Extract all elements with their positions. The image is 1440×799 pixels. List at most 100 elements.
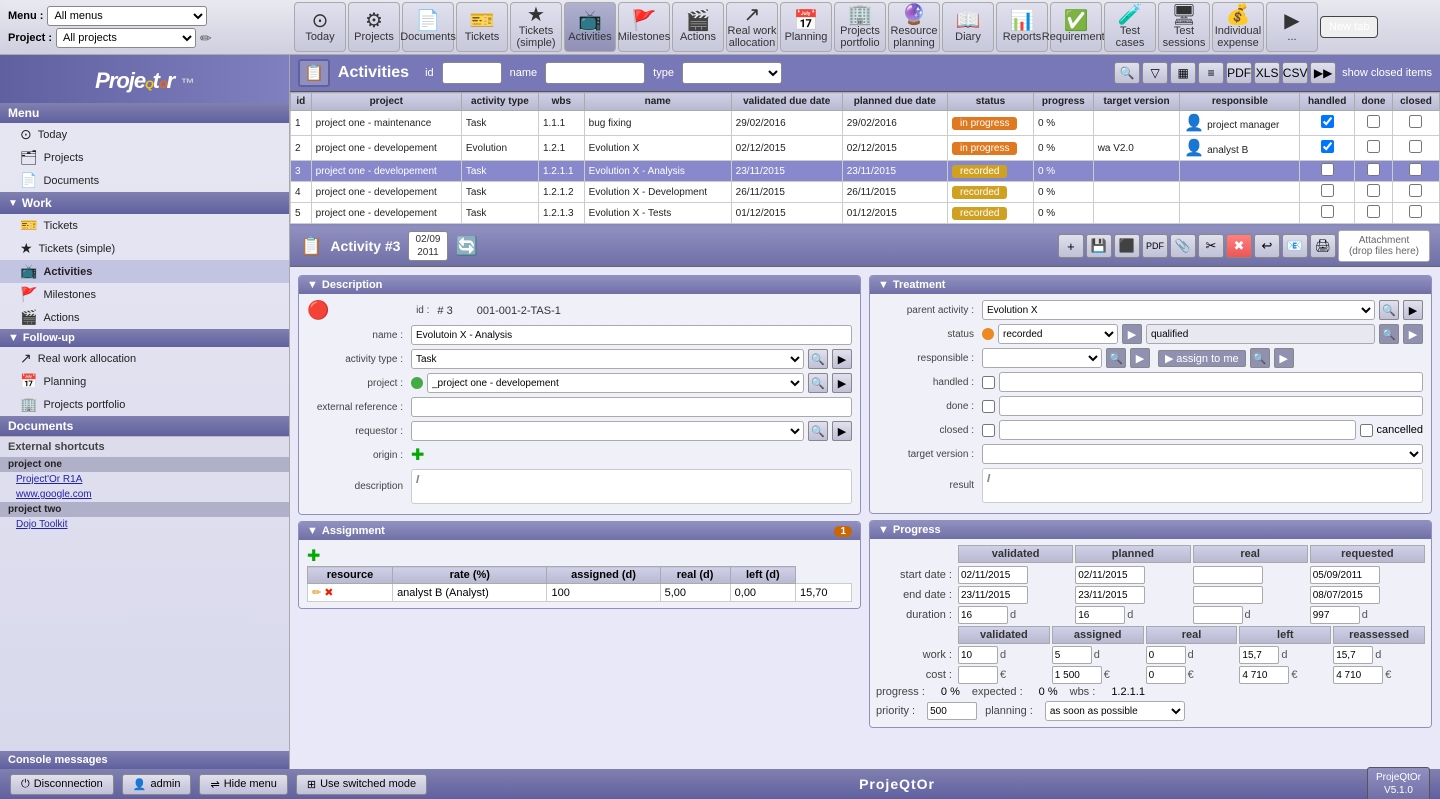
qualified-input[interactable] (1146, 324, 1375, 344)
all-menus-select[interactable]: All menus (47, 6, 207, 26)
handled-input[interactable] (999, 372, 1423, 392)
assign-delete-icon[interactable]: ✖ (324, 587, 333, 599)
activity-type-select[interactable]: Task (411, 349, 804, 369)
col-validated-due-date[interactable]: validated due date (731, 93, 842, 111)
qualified-search-icon[interactable]: 🔍 (1379, 324, 1399, 344)
assign-add-icon[interactable]: ✚ (307, 548, 320, 565)
assignment-header[interactable]: ▼ Assignment 1 (299, 522, 860, 540)
save-btn[interactable]: 💾 (1086, 234, 1112, 258)
sidebar-ext-link-1[interactable]: Project'Or R1A (0, 472, 289, 487)
hide-menu-btn[interactable]: ⇌ Hide menu (199, 774, 287, 795)
responsible-nav-icon[interactable]: ▶ (1130, 348, 1150, 368)
work-validated[interactable] (958, 646, 998, 664)
sidebar-item-activities[interactable]: 📺 Activities (0, 260, 289, 283)
table-row[interactable]: 5 project one - developement Task 1.2.1.… (291, 203, 1440, 224)
sidebar-item-tickets[interactable]: 🎫 Tickets (0, 214, 289, 237)
project-select[interactable]: All projects (56, 28, 196, 48)
col-target-version[interactable]: target version (1093, 93, 1180, 111)
cell-handled[interactable] (1300, 161, 1355, 182)
cancelled-checkbox[interactable] (1360, 424, 1373, 437)
cell-handled[interactable] (1300, 111, 1355, 136)
cell-done[interactable] (1355, 203, 1393, 224)
cost-reassessed[interactable] (1333, 666, 1383, 684)
tb-requirements[interactable]: ✅Requirements (1050, 2, 1102, 52)
col-wbs[interactable]: wbs (538, 93, 584, 111)
tb-test-cases[interactable]: 🧪Test cases (1104, 2, 1156, 52)
copy-btn[interactable]: ⬛ (1114, 234, 1140, 258)
table-row[interactable]: 4 project one - developement Task 1.2.1.… (291, 182, 1440, 203)
sidebar-item-today[interactable]: ⊙ Today (0, 123, 289, 146)
cell-handled[interactable] (1300, 136, 1355, 161)
tb-real-work[interactable]: ↗Real work allocation (726, 2, 778, 52)
delete-btn[interactable]: ✖ (1226, 234, 1252, 258)
tb-projects-portfolio[interactable]: 🏢Projects portfolio (834, 2, 886, 52)
cell-done[interactable] (1355, 182, 1393, 203)
list-btn[interactable]: ≡ (1198, 62, 1224, 84)
cell-closed[interactable] (1392, 136, 1439, 161)
email-btn[interactable]: 📧 (1282, 234, 1308, 258)
assign-to-me-btn[interactable]: ▶ assign to me (1158, 350, 1246, 367)
closed-input[interactable] (999, 420, 1356, 440)
planning-select[interactable]: as soon as possible (1045, 701, 1185, 721)
admin-btn[interactable]: 👤 admin (122, 774, 192, 795)
duration-validated[interactable] (958, 606, 1008, 624)
csv-btn[interactable]: CSV (1282, 62, 1308, 84)
cell-handled[interactable] (1300, 203, 1355, 224)
id-filter-input[interactable] (442, 62, 502, 84)
pager-btn[interactable]: ▶▶ (1310, 62, 1336, 84)
start-date-requested[interactable] (1310, 566, 1380, 584)
requestor-nav-icon[interactable]: ▶ (832, 421, 852, 441)
project-search-icon[interactable]: 🔍 (808, 373, 828, 393)
table-row[interactable]: 2 project one - developement Evolution 1… (291, 136, 1440, 161)
tb-individual-expense[interactable]: 💰Individual expense (1212, 2, 1264, 52)
work-assigned[interactable] (1052, 646, 1092, 664)
sidebar-item-projects-portfolio[interactable]: 🏢 Projects portfolio (0, 393, 289, 416)
sidebar-ext-link-2[interactable]: www.google.com (0, 487, 289, 502)
sidebar-item-planning[interactable]: 📅 Planning (0, 370, 289, 393)
col-activity-type[interactable]: activity type (461, 93, 538, 111)
work-left[interactable] (1239, 646, 1279, 664)
cell-done[interactable] (1355, 136, 1393, 161)
work-collapse-icon[interactable]: ▼ (8, 198, 18, 209)
add-btn[interactable]: + (1058, 234, 1084, 258)
undo-btn[interactable]: ↩ (1254, 234, 1280, 258)
col-handled[interactable]: handled (1300, 93, 1355, 111)
sidebar-item-milestones[interactable]: 🚩 Milestones (0, 283, 289, 306)
col-done[interactable]: done (1355, 93, 1393, 111)
reload-icon[interactable]: 🔄 (456, 236, 478, 257)
tb-planning[interactable]: 📅Planning (780, 2, 832, 52)
cell-closed[interactable] (1392, 111, 1439, 136)
end-date-validated[interactable] (958, 586, 1028, 604)
parent-activity-search-icon[interactable]: 🔍 (1379, 300, 1399, 320)
ext-ref-input[interactable] (411, 397, 852, 417)
closed-checkbox[interactable] (982, 424, 995, 437)
sidebar-menu-header[interactable]: Menu (0, 103, 289, 123)
assign-to-me-nav-icon[interactable]: ▶ (1274, 348, 1294, 368)
parent-activity-nav-icon[interactable]: ▶ (1403, 300, 1423, 320)
pdf-btn[interactable]: PDF (1226, 62, 1252, 84)
col-status[interactable]: status (948, 93, 1034, 111)
attach-btn[interactable]: 📎 (1170, 234, 1196, 258)
end-date-requested[interactable] (1310, 586, 1380, 604)
sidebar-documents-header[interactable]: Documents (0, 416, 289, 436)
pdf-det-btn[interactable]: PDF (1142, 234, 1168, 258)
sidebar-item-projects[interactable]: 🗂 Projects (0, 146, 289, 169)
priority-input[interactable] (927, 702, 977, 720)
cost-assigned[interactable] (1052, 666, 1102, 684)
tb-tickets[interactable]: 🎫Tickets (456, 2, 508, 52)
name-filter-input[interactable] (545, 62, 645, 84)
col-name[interactable]: name (584, 93, 731, 111)
done-input[interactable] (999, 396, 1423, 416)
col-progress[interactable]: progress (1033, 93, 1093, 111)
duration-planned[interactable] (1075, 606, 1125, 624)
disconnect-btn[interactable]: ⏻ Disconnection (10, 774, 114, 795)
cost-validated[interactable] (958, 666, 998, 684)
desc-textarea[interactable]: 𝑰 (411, 469, 852, 504)
start-date-planned[interactable] (1075, 566, 1145, 584)
sidebar-item-tickets-simple[interactable]: ★ Tickets (simple) (0, 237, 289, 260)
work-real[interactable] (1146, 646, 1186, 664)
work-reassessed[interactable] (1333, 646, 1373, 664)
cost-real[interactable] (1146, 666, 1186, 684)
tb-activities[interactable]: 📺Activities (564, 2, 616, 52)
tb-test-sessions[interactable]: 🖥Test sessions (1158, 2, 1210, 52)
